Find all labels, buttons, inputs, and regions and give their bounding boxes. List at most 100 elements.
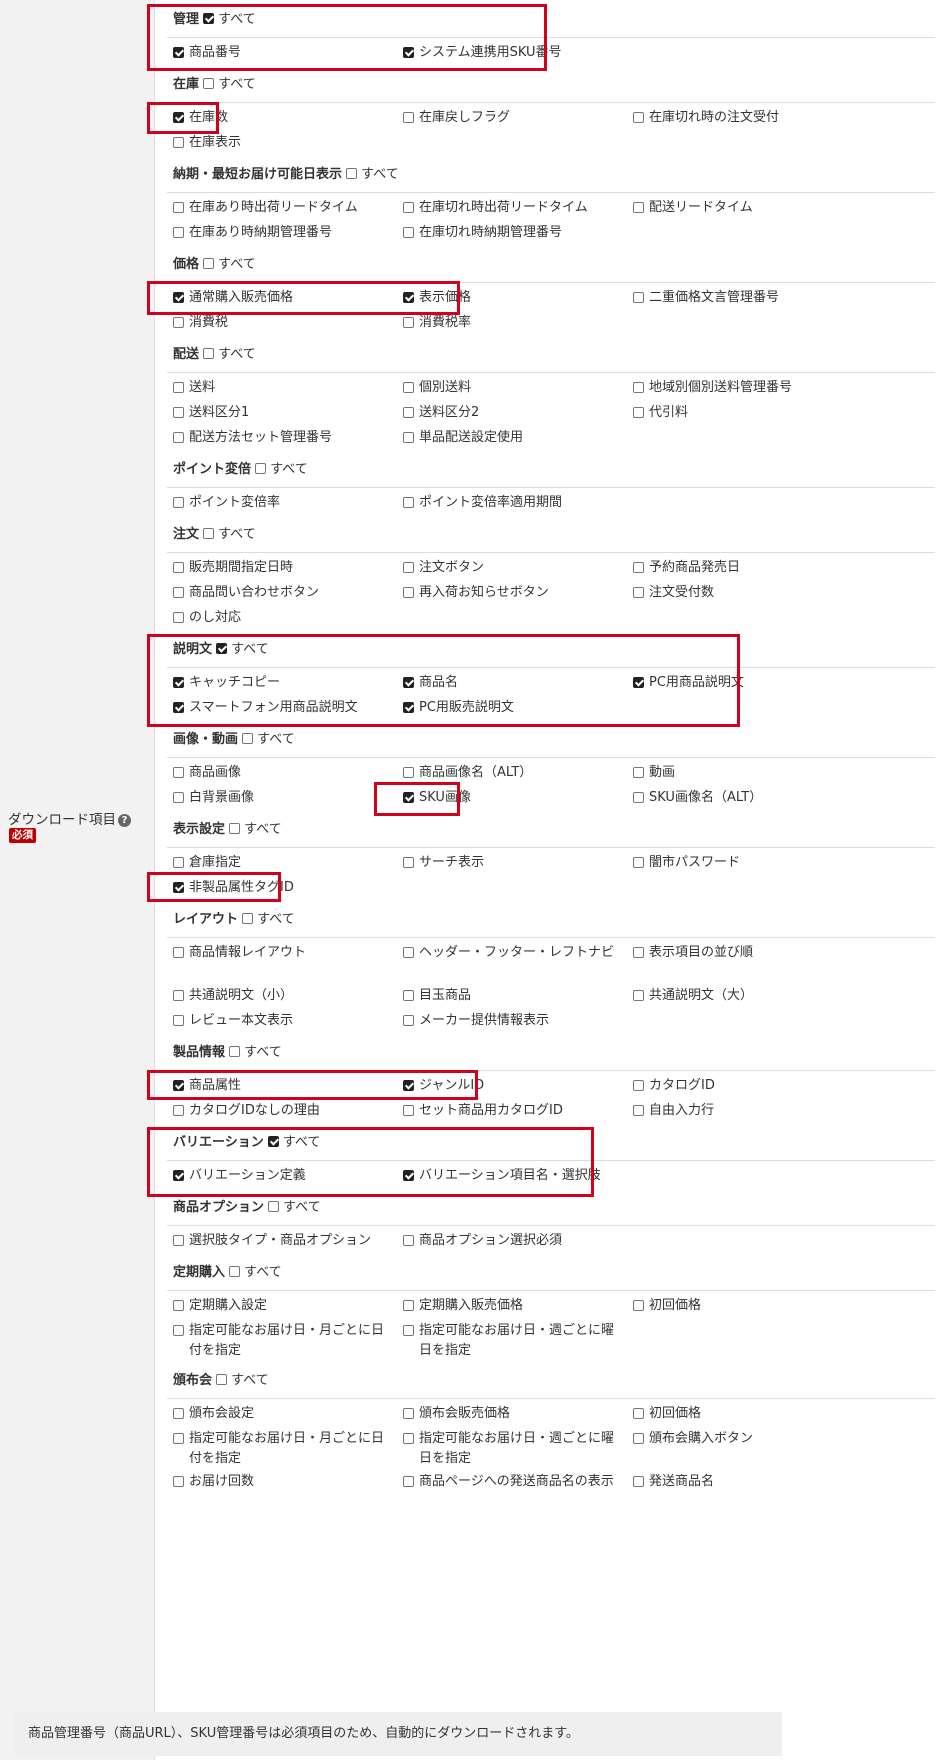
option-checkbox[interactable] [403, 792, 414, 803]
option-item[interactable]: 商品画像名（ALT） [403, 763, 623, 783]
option-checkbox[interactable] [633, 677, 644, 688]
option-item[interactable]: 指定可能なお届け日・週ごとに曜日を指定 [403, 1321, 623, 1361]
option-checkbox[interactable] [403, 1015, 414, 1026]
option-checkbox[interactable] [403, 702, 414, 713]
option-checkbox[interactable] [403, 1408, 414, 1419]
option-checkbox[interactable] [173, 292, 184, 303]
option-item[interactable]: ジャンルID [403, 1076, 623, 1096]
option-checkbox[interactable] [633, 407, 644, 418]
select-all-haiso[interactable]: すべて [203, 347, 256, 362]
option-item[interactable]: 商品画像 [173, 763, 393, 783]
option-checkbox[interactable] [173, 882, 184, 893]
option-item[interactable]: システム連携用SKU番号 [403, 43, 623, 63]
option-item[interactable]: ポイント変倍率適用期間 [403, 493, 623, 513]
select-all-zaiko[interactable]: すべて [203, 77, 256, 92]
option-item[interactable]: 選択肢タイプ・商品オプション [173, 1231, 393, 1251]
option-item[interactable]: 在庫戻しフラグ [403, 108, 623, 128]
option-item[interactable]: 頒布会販売価格 [403, 1404, 623, 1424]
select-all-hyoji[interactable]: すべて [229, 822, 282, 837]
option-checkbox[interactable] [403, 1235, 414, 1246]
option-checkbox[interactable] [403, 47, 414, 58]
option-item[interactable]: サーチ表示 [403, 853, 623, 873]
select-all-noki[interactable]: すべて [346, 167, 399, 182]
option-item[interactable]: 表示価格 [403, 288, 623, 308]
option-item[interactable]: 送料区分1 [173, 403, 393, 423]
option-checkbox[interactable] [633, 1105, 644, 1116]
option-item[interactable]: 在庫あり時納期管理番号 [173, 223, 393, 243]
option-item[interactable]: 再入荷お知らせボタン [403, 583, 623, 603]
option-checkbox[interactable] [403, 562, 414, 573]
option-item[interactable]: 頒布会設定 [173, 1404, 393, 1424]
option-item[interactable]: 商品番号 [173, 43, 393, 63]
option-item[interactable]: 注文ボタン [403, 558, 623, 578]
option-item[interactable]: 頒布会購入ボタン [633, 1429, 853, 1449]
option-checkbox[interactable] [403, 767, 414, 778]
option-item[interactable]: 代引料 [633, 403, 853, 423]
select-all-checkbox[interactable] [242, 913, 254, 924]
option-checkbox[interactable] [403, 857, 414, 868]
option-checkbox[interactable] [633, 202, 644, 213]
option-item[interactable]: PC用販売説明文 [403, 698, 623, 718]
option-checkbox[interactable] [403, 677, 414, 688]
option-checkbox[interactable] [633, 1300, 644, 1311]
option-item[interactable]: 配送リードタイム [633, 198, 853, 218]
option-item[interactable]: お届け回数 [173, 1472, 393, 1492]
option-item[interactable]: PC用商品説明文 [633, 673, 853, 693]
option-checkbox[interactable] [633, 1408, 644, 1419]
option-checkbox[interactable] [633, 947, 644, 958]
select-all-checkbox[interactable] [203, 528, 215, 539]
option-checkbox[interactable] [403, 292, 414, 303]
option-checkbox[interactable] [403, 1325, 414, 1336]
option-item[interactable]: カタログID [633, 1076, 853, 1096]
option-checkbox[interactable] [173, 1080, 184, 1091]
option-item[interactable]: 二重価格文言管理番号 [633, 288, 853, 308]
option-checkbox[interactable] [173, 497, 184, 508]
option-checkbox[interactable] [173, 1015, 184, 1026]
option-checkbox[interactable] [403, 1170, 414, 1181]
option-item[interactable]: 商品ページへの発送商品名の表示 [403, 1472, 623, 1492]
option-item[interactable]: カタログIDなしの理由 [173, 1101, 393, 1121]
option-item[interactable]: 初回価格 [633, 1296, 853, 1316]
option-checkbox[interactable] [173, 1476, 184, 1487]
option-item[interactable]: 定期購入販売価格 [403, 1296, 623, 1316]
option-checkbox[interactable] [403, 432, 414, 443]
option-checkbox[interactable] [403, 1433, 414, 1444]
option-checkbox[interactable] [633, 792, 644, 803]
option-item[interactable]: 指定可能なお届け日・月ごとに日付を指定 [173, 1429, 393, 1469]
select-all-checkbox[interactable] [346, 168, 358, 179]
option-checkbox[interactable] [173, 792, 184, 803]
option-item[interactable]: 表示項目の並び順 [633, 943, 853, 963]
option-checkbox[interactable] [173, 702, 184, 713]
option-item[interactable]: 送料区分2 [403, 403, 623, 423]
option-checkbox[interactable] [173, 1300, 184, 1311]
option-item[interactable]: 動画 [633, 763, 853, 783]
option-checkbox[interactable] [403, 947, 414, 958]
option-item[interactable]: 発送商品名 [633, 1472, 853, 1492]
option-checkbox[interactable] [173, 947, 184, 958]
select-all-checkbox[interactable] [203, 13, 215, 24]
option-item[interactable]: 商品名 [403, 673, 623, 693]
option-checkbox[interactable] [173, 407, 184, 418]
select-all-gazo[interactable]: すべて [242, 732, 295, 747]
option-item[interactable]: 初回価格 [633, 1404, 853, 1424]
option-checkbox[interactable] [403, 587, 414, 598]
option-item[interactable]: 商品情報レイアウト [173, 943, 393, 963]
select-all-seihin[interactable]: すべて [229, 1045, 282, 1060]
select-all-checkbox[interactable] [203, 78, 215, 89]
select-all-variation[interactable]: すべて [267, 1135, 320, 1150]
option-checkbox[interactable] [633, 292, 644, 303]
option-checkbox[interactable] [173, 137, 184, 148]
option-checkbox[interactable] [173, 202, 184, 213]
option-item[interactable]: 消費税 [173, 313, 393, 333]
option-checkbox[interactable] [173, 677, 184, 688]
option-item[interactable]: 在庫切れ時の注文受付 [633, 108, 853, 128]
option-checkbox[interactable] [633, 990, 644, 1001]
option-checkbox[interactable] [173, 1433, 184, 1444]
option-checkbox[interactable] [403, 317, 414, 328]
option-checkbox[interactable] [173, 587, 184, 598]
question-circle-icon[interactable]: ? [118, 814, 131, 827]
option-item[interactable]: SKU画像 [403, 788, 623, 808]
option-item[interactable]: 在庫切れ時出荷リードタイム [403, 198, 623, 218]
select-all-kanri[interactable]: すべて [203, 12, 256, 27]
option-item[interactable]: 配送方法セット管理番号 [173, 428, 393, 448]
